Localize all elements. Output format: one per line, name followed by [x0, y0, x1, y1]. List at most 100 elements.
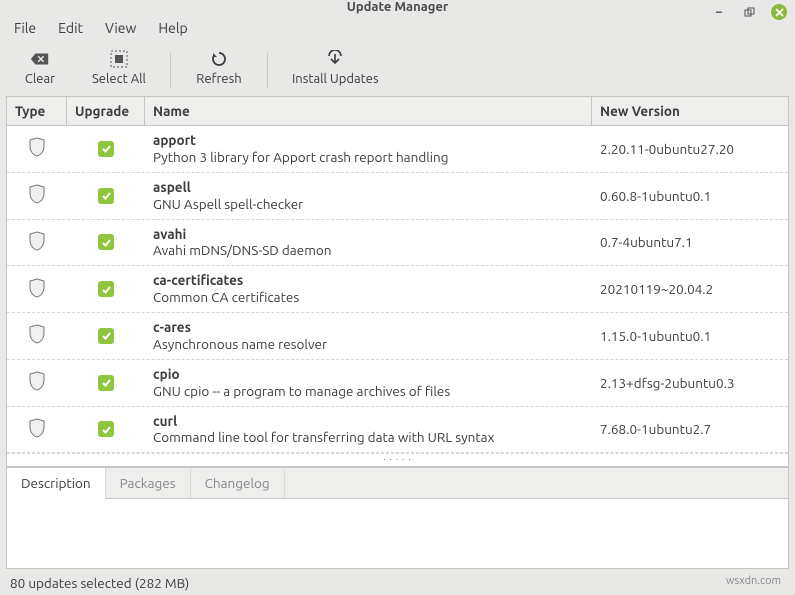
- toolbar-separator: [267, 52, 268, 88]
- upgrade-checkbox[interactable]: [98, 281, 114, 297]
- close-button[interactable]: [771, 4, 787, 20]
- table-header: Type Upgrade Name New Version: [7, 97, 788, 126]
- table-row[interactable]: cpioGNU cpio -- a program to manage arch…: [7, 360, 788, 407]
- shield-icon: [28, 137, 46, 160]
- package-desc: Common CA certificates: [153, 289, 584, 306]
- titlebar-controls: −: [711, 4, 787, 20]
- toolbar: Clear Select All Refresh Install Updates: [0, 42, 795, 96]
- shield-icon: [28, 184, 46, 207]
- toolbar-separator: [170, 52, 171, 88]
- table-body: apportPython 3 library for Apport crash …: [7, 126, 788, 453]
- name-cell: ca-certificatesCommon CA certificates: [145, 270, 592, 308]
- menu-file[interactable]: File: [10, 18, 40, 38]
- version-cell: 1.15.0-1ubuntu0.1: [592, 326, 788, 346]
- name-cell: curlCommand line tool for transferring d…: [145, 411, 592, 449]
- type-cell: [7, 416, 67, 443]
- clear-label: Clear: [25, 72, 55, 86]
- table-row[interactable]: ca-certificatesCommon CA certificates202…: [7, 266, 788, 313]
- column-version[interactable]: New Version: [592, 97, 788, 125]
- main-area: Type Upgrade Name New Version apportPyth…: [0, 96, 795, 569]
- version-cell: 0.60.8-1ubuntu0.1: [592, 186, 788, 206]
- detail-tabs: Description Packages Changelog: [6, 467, 789, 569]
- package-name: cpio: [153, 366, 584, 383]
- menubar: File Edit View Help: [0, 14, 795, 42]
- window-title: Update Manager: [347, 0, 449, 14]
- install-updates-button[interactable]: Install Updates: [288, 48, 383, 88]
- table-row[interactable]: avahiAvahi mDNS/DNS-SD daemon0.7-4ubuntu…: [7, 220, 788, 267]
- tab-content: [7, 499, 788, 568]
- version-cell: 0.7-4ubuntu7.1: [592, 232, 788, 252]
- select-all-icon: [109, 50, 129, 68]
- type-cell: [7, 369, 67, 396]
- install-label: Install Updates: [292, 72, 379, 86]
- resize-handle[interactable]: · · · · ·: [7, 453, 788, 466]
- tabs-bar: Description Packages Changelog: [7, 468, 788, 499]
- version-cell: 2.20.11-0ubuntu27.20: [592, 139, 788, 159]
- package-name: c-ares: [153, 319, 584, 336]
- shield-icon: [28, 324, 46, 347]
- type-cell: [7, 322, 67, 349]
- upgrade-checkbox[interactable]: [98, 188, 114, 204]
- refresh-icon: [209, 50, 229, 68]
- shield-icon: [28, 231, 46, 254]
- name-cell: c-aresAsynchronous name resolver: [145, 317, 592, 355]
- install-icon: [325, 50, 345, 68]
- column-type[interactable]: Type: [7, 97, 67, 125]
- package-desc: GNU cpio -- a program to manage archives…: [153, 383, 584, 400]
- select-all-button[interactable]: Select All: [88, 48, 150, 88]
- upgrade-cell: [67, 139, 145, 159]
- tab-description[interactable]: Description: [7, 468, 106, 499]
- menu-help[interactable]: Help: [154, 18, 191, 38]
- package-name: avahi: [153, 226, 584, 243]
- package-desc: GNU Aspell spell-checker: [153, 196, 584, 213]
- table-row[interactable]: c-aresAsynchronous name resolver1.15.0-1…: [7, 313, 788, 360]
- package-desc: Asynchronous name resolver: [153, 336, 584, 353]
- refresh-label: Refresh: [196, 72, 241, 86]
- column-upgrade[interactable]: Upgrade: [67, 97, 145, 125]
- menu-edit[interactable]: Edit: [54, 18, 87, 38]
- upgrade-cell: [67, 232, 145, 252]
- titlebar: Update Manager −: [0, 0, 795, 14]
- version-cell: 20210119~20.04.2: [592, 279, 788, 299]
- tab-changelog[interactable]: Changelog: [191, 468, 285, 498]
- maximize-button[interactable]: [741, 4, 757, 20]
- name-cell: apportPython 3 library for Apport crash …: [145, 130, 592, 168]
- minimize-button[interactable]: −: [711, 4, 727, 20]
- statusbar: 80 updates selected (282 MB) wsxdn.com: [0, 569, 795, 595]
- name-cell: cpioGNU cpio -- a program to manage arch…: [145, 364, 592, 402]
- upgrade-cell: [67, 186, 145, 206]
- name-cell: aspellGNU Aspell spell-checker: [145, 177, 592, 215]
- name-cell: avahiAvahi mDNS/DNS-SD daemon: [145, 224, 592, 262]
- tab-packages[interactable]: Packages: [106, 468, 191, 498]
- version-cell: 7.68.0-1ubuntu2.7: [592, 419, 788, 439]
- type-cell: [7, 135, 67, 162]
- version-cell: 2.13+dfsg-2ubuntu0.3: [592, 373, 788, 393]
- package-desc: Avahi mDNS/DNS-SD daemon: [153, 242, 584, 259]
- upgrade-checkbox[interactable]: [98, 375, 114, 391]
- package-name: apport: [153, 132, 584, 149]
- table-row[interactable]: aspellGNU Aspell spell-checker0.60.8-1ub…: [7, 173, 788, 220]
- package-name: aspell: [153, 179, 584, 196]
- attribution: wsxdn.com: [726, 575, 785, 591]
- upgrade-checkbox[interactable]: [98, 421, 114, 437]
- shield-icon: [28, 371, 46, 394]
- menu-view[interactable]: View: [101, 18, 140, 38]
- column-name[interactable]: Name: [145, 97, 592, 125]
- table-row[interactable]: apportPython 3 library for Apport crash …: [7, 126, 788, 173]
- clear-button[interactable]: Clear: [12, 48, 68, 88]
- upgrade-checkbox[interactable]: [98, 234, 114, 250]
- package-name: ca-certificates: [153, 272, 584, 289]
- upgrade-cell: [67, 326, 145, 346]
- refresh-button[interactable]: Refresh: [191, 48, 247, 88]
- upgrade-checkbox[interactable]: [98, 328, 114, 344]
- window: Update Manager − File Edit View Help Cle…: [0, 0, 795, 595]
- upgrade-cell: [67, 279, 145, 299]
- package-table: Type Upgrade Name New Version apportPyth…: [6, 96, 789, 467]
- upgrade-checkbox[interactable]: [98, 141, 114, 157]
- table-row[interactable]: curlCommand line tool for transferring d…: [7, 407, 788, 454]
- shield-icon: [28, 418, 46, 441]
- package-name: curl: [153, 413, 584, 430]
- type-cell: [7, 229, 67, 256]
- shield-icon: [28, 278, 46, 301]
- select-all-label: Select All: [92, 72, 146, 86]
